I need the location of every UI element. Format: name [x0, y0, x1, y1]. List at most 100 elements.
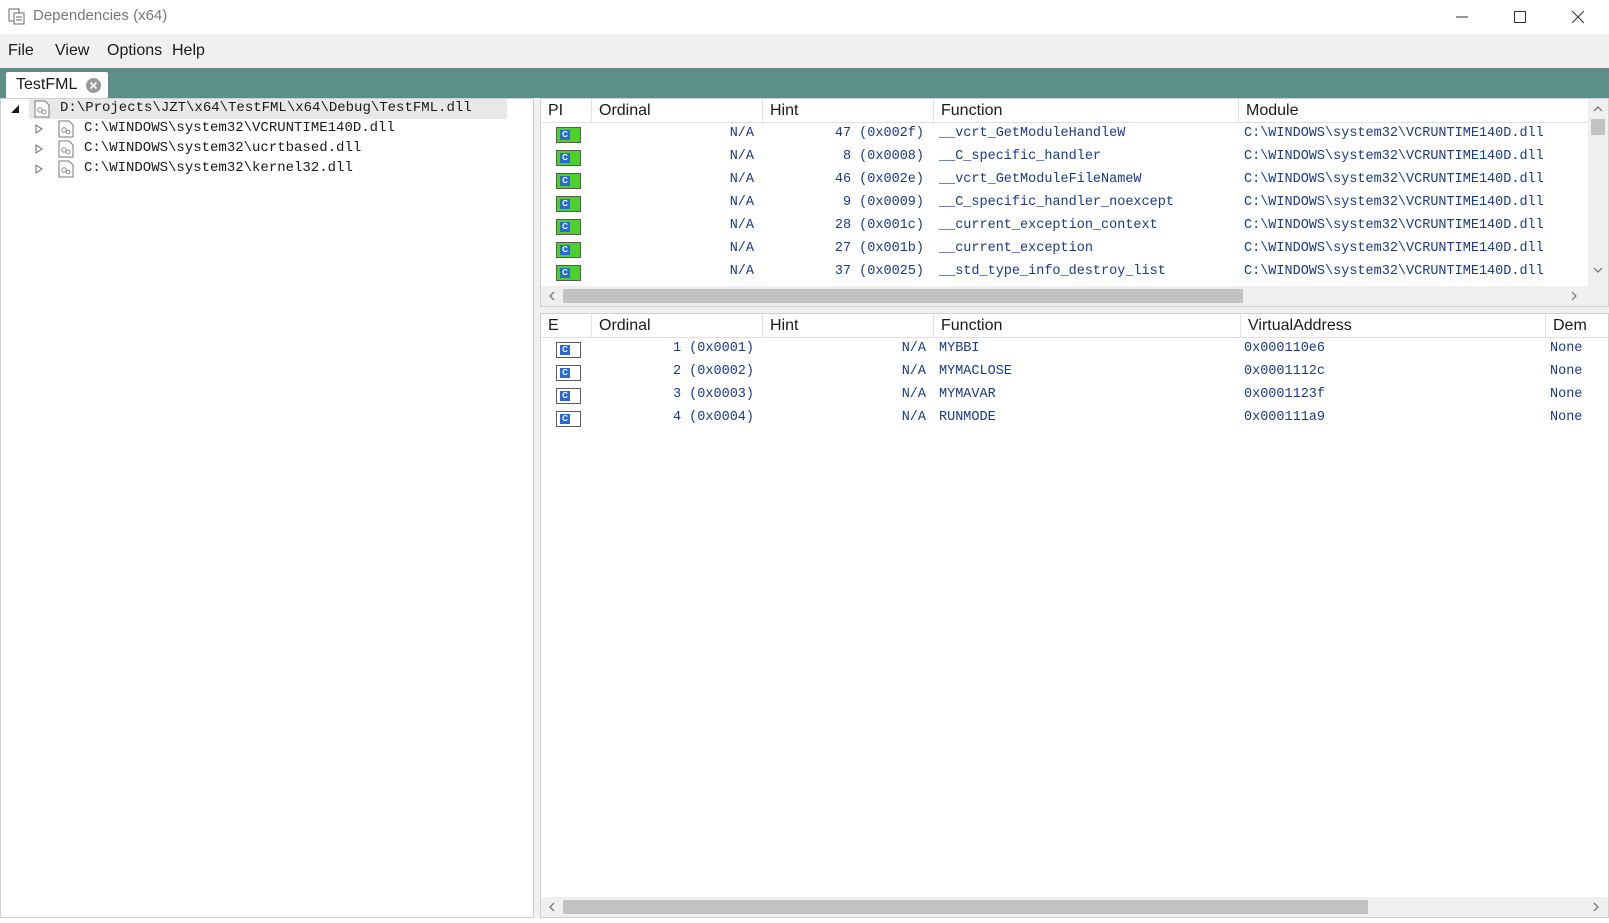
virtual-address-cell: 0x0001112c — [1244, 364, 1326, 379]
function-cell: RUNMODE — [939, 410, 996, 425]
scroll-left-arrow-icon[interactable] — [545, 289, 559, 303]
imported-function-icon: C — [556, 219, 581, 235]
function-cell: __std_type_info_destroy_list — [939, 264, 1166, 279]
close-icon — [1572, 11, 1584, 23]
column-header-ordinal[interactable]: Ordinal — [592, 314, 763, 338]
app-icon — [8, 8, 25, 25]
column-header-demangler[interactable]: Dem — [1546, 314, 1608, 338]
scroll-up-arrow-icon[interactable] — [1591, 102, 1605, 116]
hint-cell: 8 (0x0008) — [842, 149, 924, 164]
tree-item-label: C:\WINDOWS\system32\ucrtbased.dll — [84, 140, 362, 156]
ordinal-cell: 4 (0x0004) — [672, 410, 754, 425]
menu-options[interactable]: Options — [107, 42, 162, 60]
ordinal-cell: N/A — [729, 149, 754, 164]
tree-item-label: C:\WINDOWS\system32\kernel32.dll — [84, 160, 353, 176]
hint-cell: N/A — [901, 364, 926, 379]
imports-grid[interactable]: PI Ordinal Hint Function Module C N/A 47 (… — [540, 98, 1609, 307]
hint-cell: N/A — [901, 341, 926, 356]
imports-horizontal-scroll-thumb[interactable] — [563, 289, 1243, 303]
tree-item-child[interactable]: C:\WINDOWS\system32\ucrtbased.dll — [1, 139, 531, 159]
tree-item-child[interactable]: C:\WINDOWS\system32\VCRUNTIME140D.dll — [1, 119, 531, 139]
scroll-right-arrow-icon[interactable] — [1589, 900, 1603, 914]
tree-item-child[interactable]: C:\WINDOWS\system32\kernel32.dll — [1, 159, 531, 179]
column-header-e[interactable]: E — [541, 314, 592, 338]
function-cell: __current_exception — [939, 241, 1093, 256]
menu-file[interactable]: File — [8, 42, 34, 60]
virtual-address-cell: 0x0001123f — [1244, 387, 1326, 402]
column-header-ordinal[interactable]: Ordinal — [592, 99, 763, 123]
exported-function-icon: C — [556, 388, 581, 404]
exports-horizontal-scrollbar[interactable] — [541, 897, 1608, 917]
imported-function-icon: C — [556, 150, 581, 166]
column-header-hint[interactable]: Hint — [763, 314, 934, 338]
ordinal-cell: N/A — [729, 126, 754, 141]
expand-arrow-icon[interactable] — [34, 123, 44, 134]
virtual-address-cell: 0x000111a9 — [1244, 410, 1326, 425]
ordinal-cell: 2 (0x0002) — [672, 364, 754, 379]
demangler-cell: None — [1550, 410, 1583, 425]
module-cell: C:\WINDOWS\system32\VCRUNTIME140D.dll — [1244, 241, 1544, 256]
title-bar: Dependencies (x64) — [0, 0, 1609, 34]
ordinal-cell: N/A — [729, 172, 754, 187]
ordinal-cell: N/A — [729, 241, 754, 256]
maximize-button[interactable] — [1491, 0, 1549, 34]
imported-function-icon: C — [556, 242, 581, 258]
tree-item-label: C:\WINDOWS\system32\VCRUNTIME140D.dll — [84, 120, 395, 136]
tab-close-icon[interactable] — [86, 78, 101, 93]
scroll-right-arrow-icon[interactable] — [1567, 289, 1581, 303]
demangler-cell: None — [1550, 364, 1583, 379]
table-row[interactable]: C N/A 27 (0x001b) __current_exception C:\WIN… — [541, 238, 1608, 261]
table-row[interactable]: C 3 (0x0003) N/A MYMAVAR 0x0001123f None — [541, 384, 1608, 407]
exports-horizontal-scroll-thumb[interactable] — [563, 900, 1368, 914]
column-header-virtual-address[interactable]: VirtualAddress — [1241, 314, 1546, 338]
function-cell: __current_exception_context — [939, 218, 1158, 233]
imports-horizontal-scrollbar[interactable] — [541, 286, 1608, 306]
menu-bar: File View Options Help — [0, 34, 1609, 68]
function-cell: MYMACLOSE — [939, 364, 1012, 379]
function-cell: MYMAVAR — [939, 387, 996, 402]
table-row[interactable]: C N/A 9 (0x0009) __C_specific_handler_noexc… — [541, 192, 1608, 215]
scroll-left-arrow-icon[interactable] — [545, 900, 559, 914]
table-row[interactable]: C N/A 47 (0x002f) __vcrt_GetModuleHandleW C:… — [541, 123, 1608, 146]
virtual-address-cell: 0x000110e6 — [1244, 341, 1326, 356]
menu-help[interactable]: Help — [172, 42, 205, 60]
exports-grid[interactable]: E Ordinal Hint Function VirtualAddress D… — [540, 313, 1609, 918]
imports-vertical-scrollbar[interactable] — [1588, 99, 1608, 286]
collapse-arrow-icon[interactable] — [10, 103, 20, 113]
column-header-module[interactable]: Module — [1239, 99, 1589, 123]
imported-function-icon: C — [556, 265, 581, 281]
column-header-hint[interactable]: Hint — [763, 99, 934, 123]
imports-vertical-scroll-thumb[interactable] — [1591, 119, 1605, 135]
minimize-button[interactable] — [1433, 0, 1491, 34]
module-cell: C:\WINDOWS\system32\VCRUNTIME140D.dll — [1244, 172, 1544, 187]
tree-item-root[interactable]: D:\Projects\JZT\x64\TestFML\x64\Debug\Te… — [1, 99, 531, 119]
close-button[interactable] — [1549, 0, 1607, 34]
dll-file-icon — [34, 100, 50, 118]
table-row[interactable]: C 1 (0x0001) N/A MYBBI 0x000110e6 None — [541, 338, 1608, 361]
column-header-function[interactable]: Function — [934, 99, 1239, 123]
imported-function-icon: C — [556, 196, 581, 212]
expand-arrow-icon[interactable] — [34, 143, 44, 154]
scroll-down-arrow-icon[interactable] — [1591, 263, 1605, 277]
ordinal-cell: N/A — [729, 218, 754, 233]
function-cell: __vcrt_GetModuleHandleW — [939, 126, 1126, 141]
expand-arrow-icon[interactable] — [34, 163, 44, 174]
module-cell: C:\WINDOWS\system32\VCRUNTIME140D.dll — [1244, 126, 1544, 141]
column-header-pi[interactable]: PI — [541, 99, 592, 123]
column-header-function[interactable]: Function — [934, 314, 1241, 338]
function-cell: __C_specific_handler_noexcept — [939, 195, 1174, 210]
tab-testfml[interactable]: TestFML — [6, 72, 108, 98]
table-row[interactable]: C N/A 37 (0x0025) __std_type_info_destroy_l… — [541, 261, 1608, 284]
hint-cell: 47 (0x002f) — [834, 126, 924, 141]
table-row[interactable]: C 4 (0x0004) N/A RUNMODE 0x000111a9 None — [541, 407, 1608, 430]
table-row[interactable]: C N/A 8 (0x0008) __C_specific_handler C:\WIN… — [541, 146, 1608, 169]
table-row[interactable]: C N/A 28 (0x001c) __current_exception_conte… — [541, 215, 1608, 238]
dll-file-icon — [58, 140, 74, 158]
menu-view[interactable]: View — [55, 42, 89, 60]
module-cell: C:\WINDOWS\system32\VCRUNTIME140D.dll — [1244, 218, 1544, 233]
table-row[interactable]: C N/A 46 (0x002e) __vcrt_GetModuleFileNameW… — [541, 169, 1608, 192]
table-row[interactable]: C 2 (0x0002) N/A MYMACLOSE 0x0001112c None — [541, 361, 1608, 384]
module-tree[interactable]: D:\Projects\JZT\x64\TestFML\x64\Debug\Te… — [0, 98, 534, 918]
hint-cell: 37 (0x0025) — [834, 264, 924, 279]
function-cell: __C_specific_handler — [939, 149, 1102, 164]
